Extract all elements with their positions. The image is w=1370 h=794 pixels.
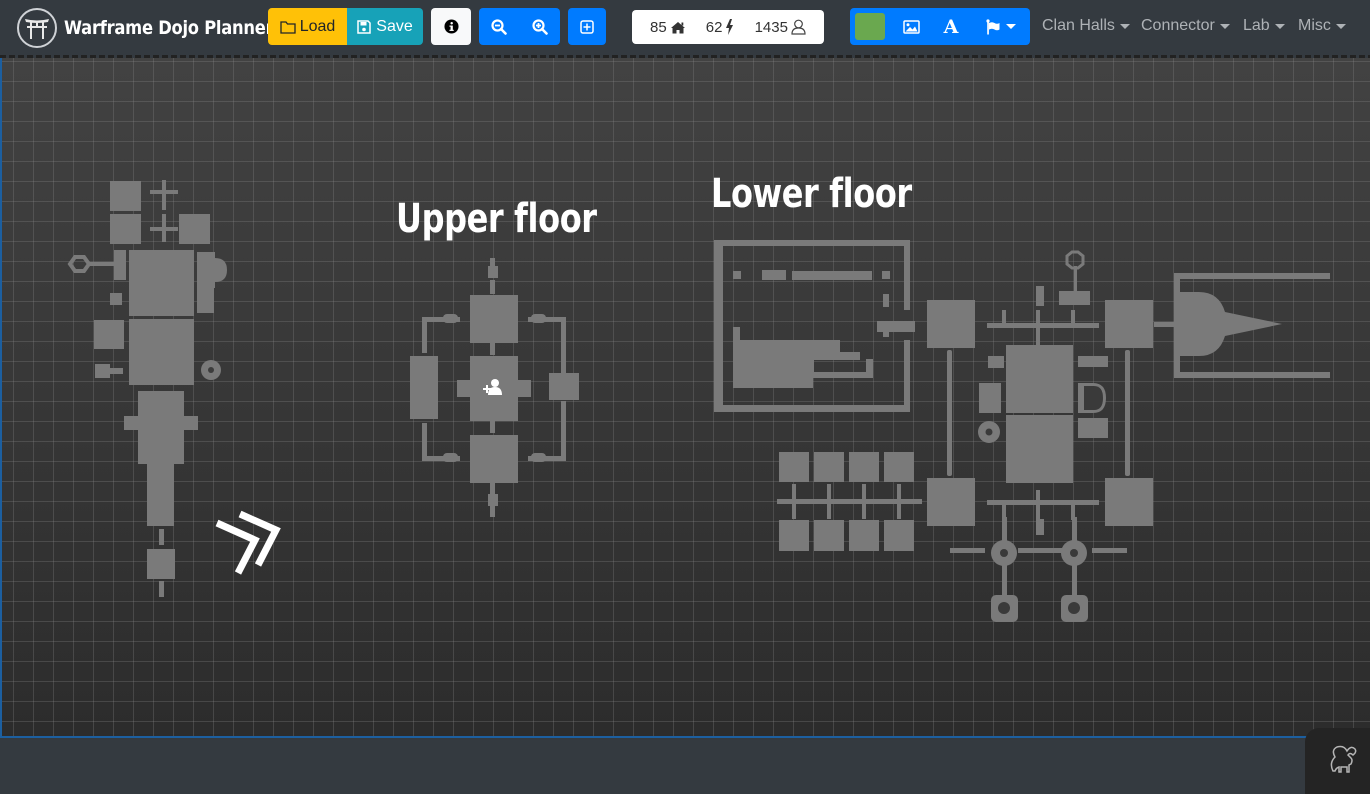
chevron-down-icon (1335, 23, 1346, 29)
capacity-stat: 1435 (755, 19, 806, 36)
home-icon (670, 21, 686, 34)
chevron-down-icon (1219, 23, 1230, 29)
save-button[interactable]: Save (347, 8, 423, 45)
dojo-canvas[interactable]: Upper floor Lower floor (0, 58, 1370, 794)
save-label: Save (376, 17, 413, 35)
zoom-out-icon (491, 18, 507, 35)
load-label: Load (299, 17, 336, 35)
info-circle-icon (443, 19, 459, 34)
zoom-out-button[interactable] (479, 8, 519, 45)
left-complex-holes (208, 367, 214, 373)
drawing-tools: A (850, 8, 1030, 45)
menu-misc[interactable]: Misc (1298, 17, 1346, 35)
floppy-disk-icon (357, 19, 372, 34)
menu-label: Lab (1243, 17, 1270, 34)
energy-count: 62 (705, 18, 723, 36)
app-title: Warframe Dojo Planner (64, 17, 274, 39)
user-icon (791, 19, 806, 35)
lower-floor-rooms[interactable] (714, 240, 1330, 622)
image-icon[interactable] (900, 8, 922, 45)
flag-dropdown[interactable] (980, 8, 1022, 45)
chevron-down-icon (1119, 23, 1130, 29)
rooms-stat: 85 (650, 19, 686, 36)
chevron-down-icon (1006, 24, 1016, 29)
menu-connector[interactable]: Connector (1141, 17, 1230, 35)
menu-lab[interactable]: Lab (1243, 17, 1285, 35)
folder-icon (280, 20, 296, 34)
double-chevron-marker[interactable] (215, 510, 281, 575)
brand[interactable]: Warframe Dojo Planner (17, 8, 308, 48)
info-button[interactable] (431, 8, 471, 45)
capacity-count: 1435 (754, 18, 788, 36)
zoom-in-icon (531, 18, 548, 35)
bolt-icon (725, 19, 734, 35)
navbar: Warframe Dojo Planner Load Save 85 62 14… (0, 0, 1370, 56)
zoom-in-button[interactable] (519, 8, 560, 45)
plus-square-icon (580, 19, 594, 34)
font-icon[interactable]: A (940, 8, 962, 45)
dojo-map (67, 180, 1330, 622)
menu-label: Clan Halls (1042, 17, 1115, 34)
cat-icon (1319, 741, 1359, 781)
chevron-down-icon (1274, 23, 1285, 29)
energy-stat: 62 (706, 19, 735, 36)
dojo-stats: 85 62 1435 (632, 10, 824, 44)
rooms-count: 85 (650, 18, 667, 36)
menu-clan-halls[interactable]: Clan Halls (1042, 17, 1130, 35)
torii-gate-icon (17, 8, 57, 48)
color-picker[interactable] (855, 13, 885, 40)
menu-label: Misc (1298, 17, 1331, 34)
flag-icon (986, 18, 1000, 35)
left-complex-rooms[interactable] (67, 180, 227, 597)
load-button[interactable]: Load (268, 8, 347, 45)
menu-label: Connector (1141, 17, 1215, 34)
add-grid-button[interactable] (568, 8, 606, 45)
